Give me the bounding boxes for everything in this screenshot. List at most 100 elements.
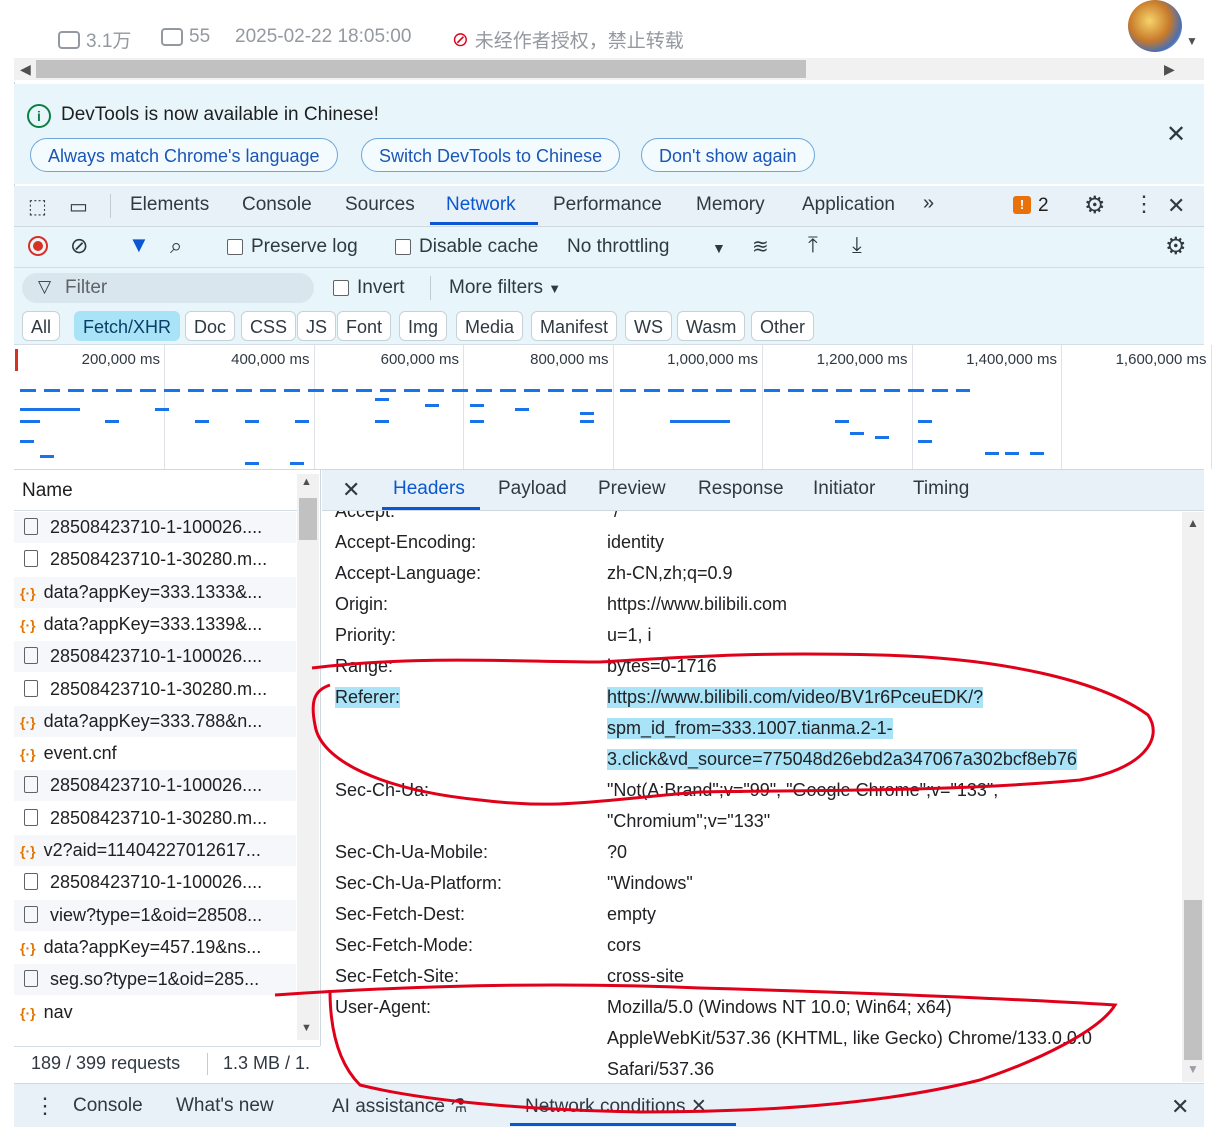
scrollbar-thumb[interactable] <box>299 498 317 540</box>
tab-network[interactable]: Network <box>446 194 516 216</box>
checkbox-icon[interactable] <box>227 238 243 255</box>
switch-to-chinese-button[interactable]: Switch DevTools to Chinese <box>361 138 621 172</box>
tab-timing[interactable]: Timing <box>913 478 969 500</box>
waterfall-bar <box>670 420 730 423</box>
request-row[interactable]: {·} data?appKey=333.1339&... <box>14 608 296 640</box>
fetch-xhr-icon: {·} <box>20 1004 36 1021</box>
type-wasm[interactable]: Wasm <box>677 311 746 341</box>
type-doc[interactable]: Doc <box>185 311 236 341</box>
drawer-tab-network-conditions[interactable]: Network conditions ✕ <box>525 1095 707 1118</box>
chevron-down-icon[interactable]: ▼ <box>712 240 726 256</box>
invert-checkbox[interactable]: Invert <box>333 277 405 299</box>
avatar-dropdown-icon[interactable]: ▼ <box>1186 34 1198 48</box>
export-har-icon[interactable]: ⤓ <box>852 232 862 258</box>
issues-count[interactable]: 2 <box>1038 195 1049 217</box>
issues-icon[interactable]: ! <box>1013 196 1031 214</box>
network-conditions-icon[interactable]: ≋ <box>752 234 769 259</box>
horizontal-scrollbar[interactable]: ◀ ▶ <box>14 58 1204 80</box>
avatar[interactable] <box>1128 0 1182 52</box>
tab-performance[interactable]: Performance <box>553 194 662 216</box>
record-icon[interactable] <box>28 236 48 256</box>
scroll-down-icon[interactable]: ▼ <box>1187 1062 1199 1076</box>
filter-icon[interactable]: ▼ <box>128 232 150 258</box>
scroll-down-icon[interactable]: ▼ <box>301 1022 312 1034</box>
tab-sources[interactable]: Sources <box>345 194 415 216</box>
request-row[interactable]: {·} data?appKey=457.19&ns... <box>14 931 296 963</box>
close-devtools-icon[interactable]: ✕ <box>1167 193 1185 219</box>
drawer-menu-icon[interactable]: ⋮ <box>34 1093 56 1119</box>
request-row[interactable]: 28508423710-1-30280.m... <box>14 802 296 834</box>
clear-icon[interactable]: ⊘ <box>70 233 88 259</box>
request-row[interactable]: 28508423710-1-100026.... <box>14 867 296 899</box>
type-ws[interactable]: WS <box>625 311 672 341</box>
tab-headers[interactable]: Headers <box>393 478 465 500</box>
type-media[interactable]: Media <box>456 311 524 341</box>
request-row[interactable]: {·} event.cnf <box>14 738 296 770</box>
request-row[interactable]: view?type=1&oid=28508... <box>14 899 296 931</box>
network-settings-icon[interactable]: ⚙ <box>1165 232 1187 261</box>
more-options-icon[interactable]: ⋮ <box>1133 191 1155 217</box>
tab-payload[interactable]: Payload <box>498 478 567 500</box>
close-icon[interactable]: ✕ <box>691 1096 707 1117</box>
close-detail-icon[interactable]: ✕ <box>342 477 360 503</box>
filter-placeholder[interactable]: Filter <box>65 277 107 299</box>
search-icon[interactable]: ⌕ <box>170 233 182 259</box>
request-row[interactable]: 28508423710-1-100026.... <box>14 512 296 543</box>
import-har-icon[interactable]: ⤒ <box>808 232 818 258</box>
waterfall-bar <box>375 420 389 423</box>
request-row[interactable]: 28508423710-1-100026.... <box>14 770 296 802</box>
tab-response[interactable]: Response <box>698 478 784 500</box>
checkbox-icon[interactable] <box>395 238 411 255</box>
close-drawer-icon[interactable]: ✕ <box>1171 1094 1189 1120</box>
tab-console[interactable]: Console <box>242 194 312 216</box>
request-row[interactable]: {·} v2?aid=11404227012617... <box>14 835 296 866</box>
type-img[interactable]: Img <box>399 311 448 341</box>
request-row[interactable]: {·} data?appKey=333.1333&... <box>14 576 296 608</box>
throttling-select[interactable]: No throttling <box>567 236 669 258</box>
preserve-log-checkbox[interactable]: Preserve log <box>227 236 358 258</box>
type-css[interactable]: CSS <box>241 311 297 341</box>
device-toolbar-icon[interactable]: ▭ <box>69 194 88 219</box>
request-row[interactable]: {·} nav <box>14 996 296 1028</box>
tab-preview[interactable]: Preview <box>598 478 666 500</box>
waterfall-bar <box>985 452 999 455</box>
tab-memory[interactable]: Memory <box>696 194 765 216</box>
type-js[interactable]: JS <box>297 311 337 341</box>
request-row[interactable]: 28508423710-1-30280.m... <box>14 673 296 705</box>
more-filters-dropdown[interactable]: More filters ▼ <box>449 277 561 299</box>
tab-application[interactable]: Application <box>802 194 895 216</box>
type-fetch-xhr[interactable]: Fetch/XHR <box>74 311 181 341</box>
always-match-language-button[interactable]: Always match Chrome's language <box>30 138 338 172</box>
type-other[interactable]: Other <box>751 311 815 341</box>
scrollbar-thumb[interactable] <box>36 60 806 78</box>
checkbox-icon[interactable] <box>333 279 349 296</box>
waterfall-bar <box>918 440 932 443</box>
detail-scrollbar[interactable]: ▲ ▼ <box>1182 512 1204 1082</box>
type-manifest[interactable]: Manifest <box>531 311 618 341</box>
tab-elements[interactable]: Elements <box>130 194 209 216</box>
disable-cache-checkbox[interactable]: Disable cache <box>395 236 538 258</box>
settings-gear-icon[interactable]: ⚙ <box>1084 191 1106 220</box>
tab-initiator[interactable]: Initiator <box>813 478 875 500</box>
request-row[interactable]: 28508423710-1-100026.... <box>14 641 296 673</box>
inspect-element-icon[interactable]: ⬚ <box>28 194 47 219</box>
header-name: Accept-Encoding: <box>335 532 477 552</box>
drawer-tab-console[interactable]: Console <box>73 1095 143 1117</box>
name-column-header[interactable]: Name <box>22 480 73 502</box>
request-row[interactable]: {·} data?appKey=333.788&n... <box>14 705 296 737</box>
scroll-left-icon[interactable]: ◀ <box>20 61 31 78</box>
scroll-right-icon[interactable]: ▶ <box>1164 61 1175 78</box>
request-row[interactable]: 28508423710-1-30280.m... <box>14 544 296 576</box>
drawer-tab-ai-assistance[interactable]: AI assistance ⚗ <box>332 1095 467 1118</box>
scrollbar-thumb[interactable] <box>1184 900 1202 1060</box>
request-list-scrollbar[interactable]: ▲ ▼ <box>297 474 319 1040</box>
type-font[interactable]: Font <box>337 311 392 341</box>
type-all[interactable]: All <box>22 311 61 341</box>
scroll-up-icon[interactable]: ▲ <box>1187 516 1199 530</box>
scroll-up-icon[interactable]: ▲ <box>301 476 312 488</box>
drawer-tab-whats-new[interactable]: What's new <box>176 1095 274 1117</box>
dont-show-again-button[interactable]: Don't show again <box>641 138 815 172</box>
close-banner-icon[interactable]: ✕ <box>1166 120 1186 149</box>
request-row[interactable]: seg.so?type=1&oid=285... <box>14 964 296 996</box>
more-tabs-icon[interactable]: » <box>923 192 934 215</box>
